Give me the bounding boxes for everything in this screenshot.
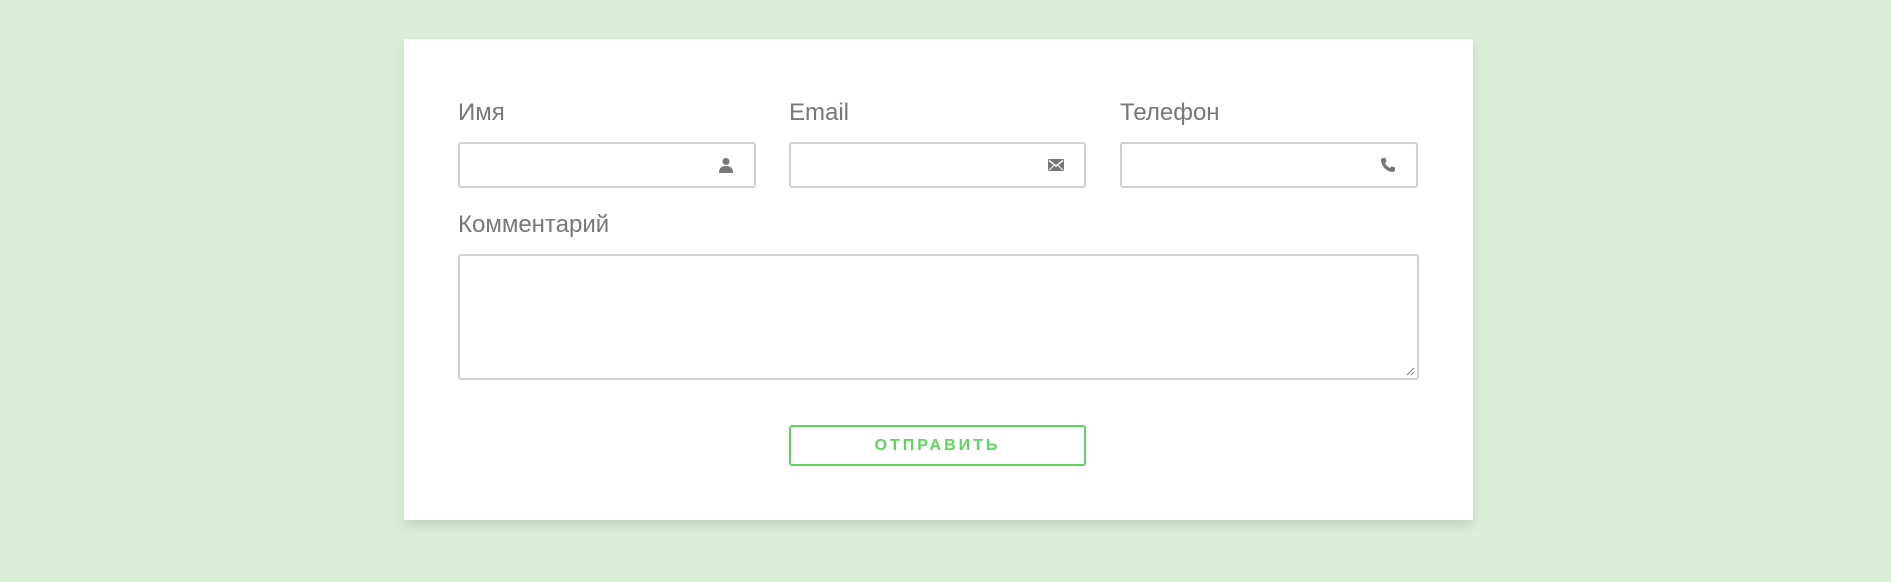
comment-textarea[interactable] xyxy=(460,256,1417,378)
name-input[interactable] xyxy=(460,144,720,186)
name-field[interactable] xyxy=(458,142,756,188)
resize-handle-icon[interactable] xyxy=(1403,364,1415,376)
contact-form-card: Имя Email Телефон Комментарий ОТПРАВИТЬ xyxy=(404,39,1473,520)
phone-label: Телефон xyxy=(1120,99,1220,126)
name-label: Имя xyxy=(458,99,505,126)
email-input[interactable] xyxy=(791,144,1051,186)
email-field[interactable] xyxy=(789,142,1086,188)
phone-input[interactable] xyxy=(1122,144,1382,186)
comment-label: Комментарий xyxy=(458,211,610,238)
comment-field[interactable] xyxy=(458,254,1419,380)
email-label: Email xyxy=(789,99,850,126)
envelope-icon xyxy=(1046,155,1066,175)
user-icon xyxy=(716,155,736,175)
submit-button[interactable]: ОТПРАВИТЬ xyxy=(789,425,1086,466)
phone-icon xyxy=(1378,155,1398,175)
phone-field[interactable] xyxy=(1120,142,1418,188)
